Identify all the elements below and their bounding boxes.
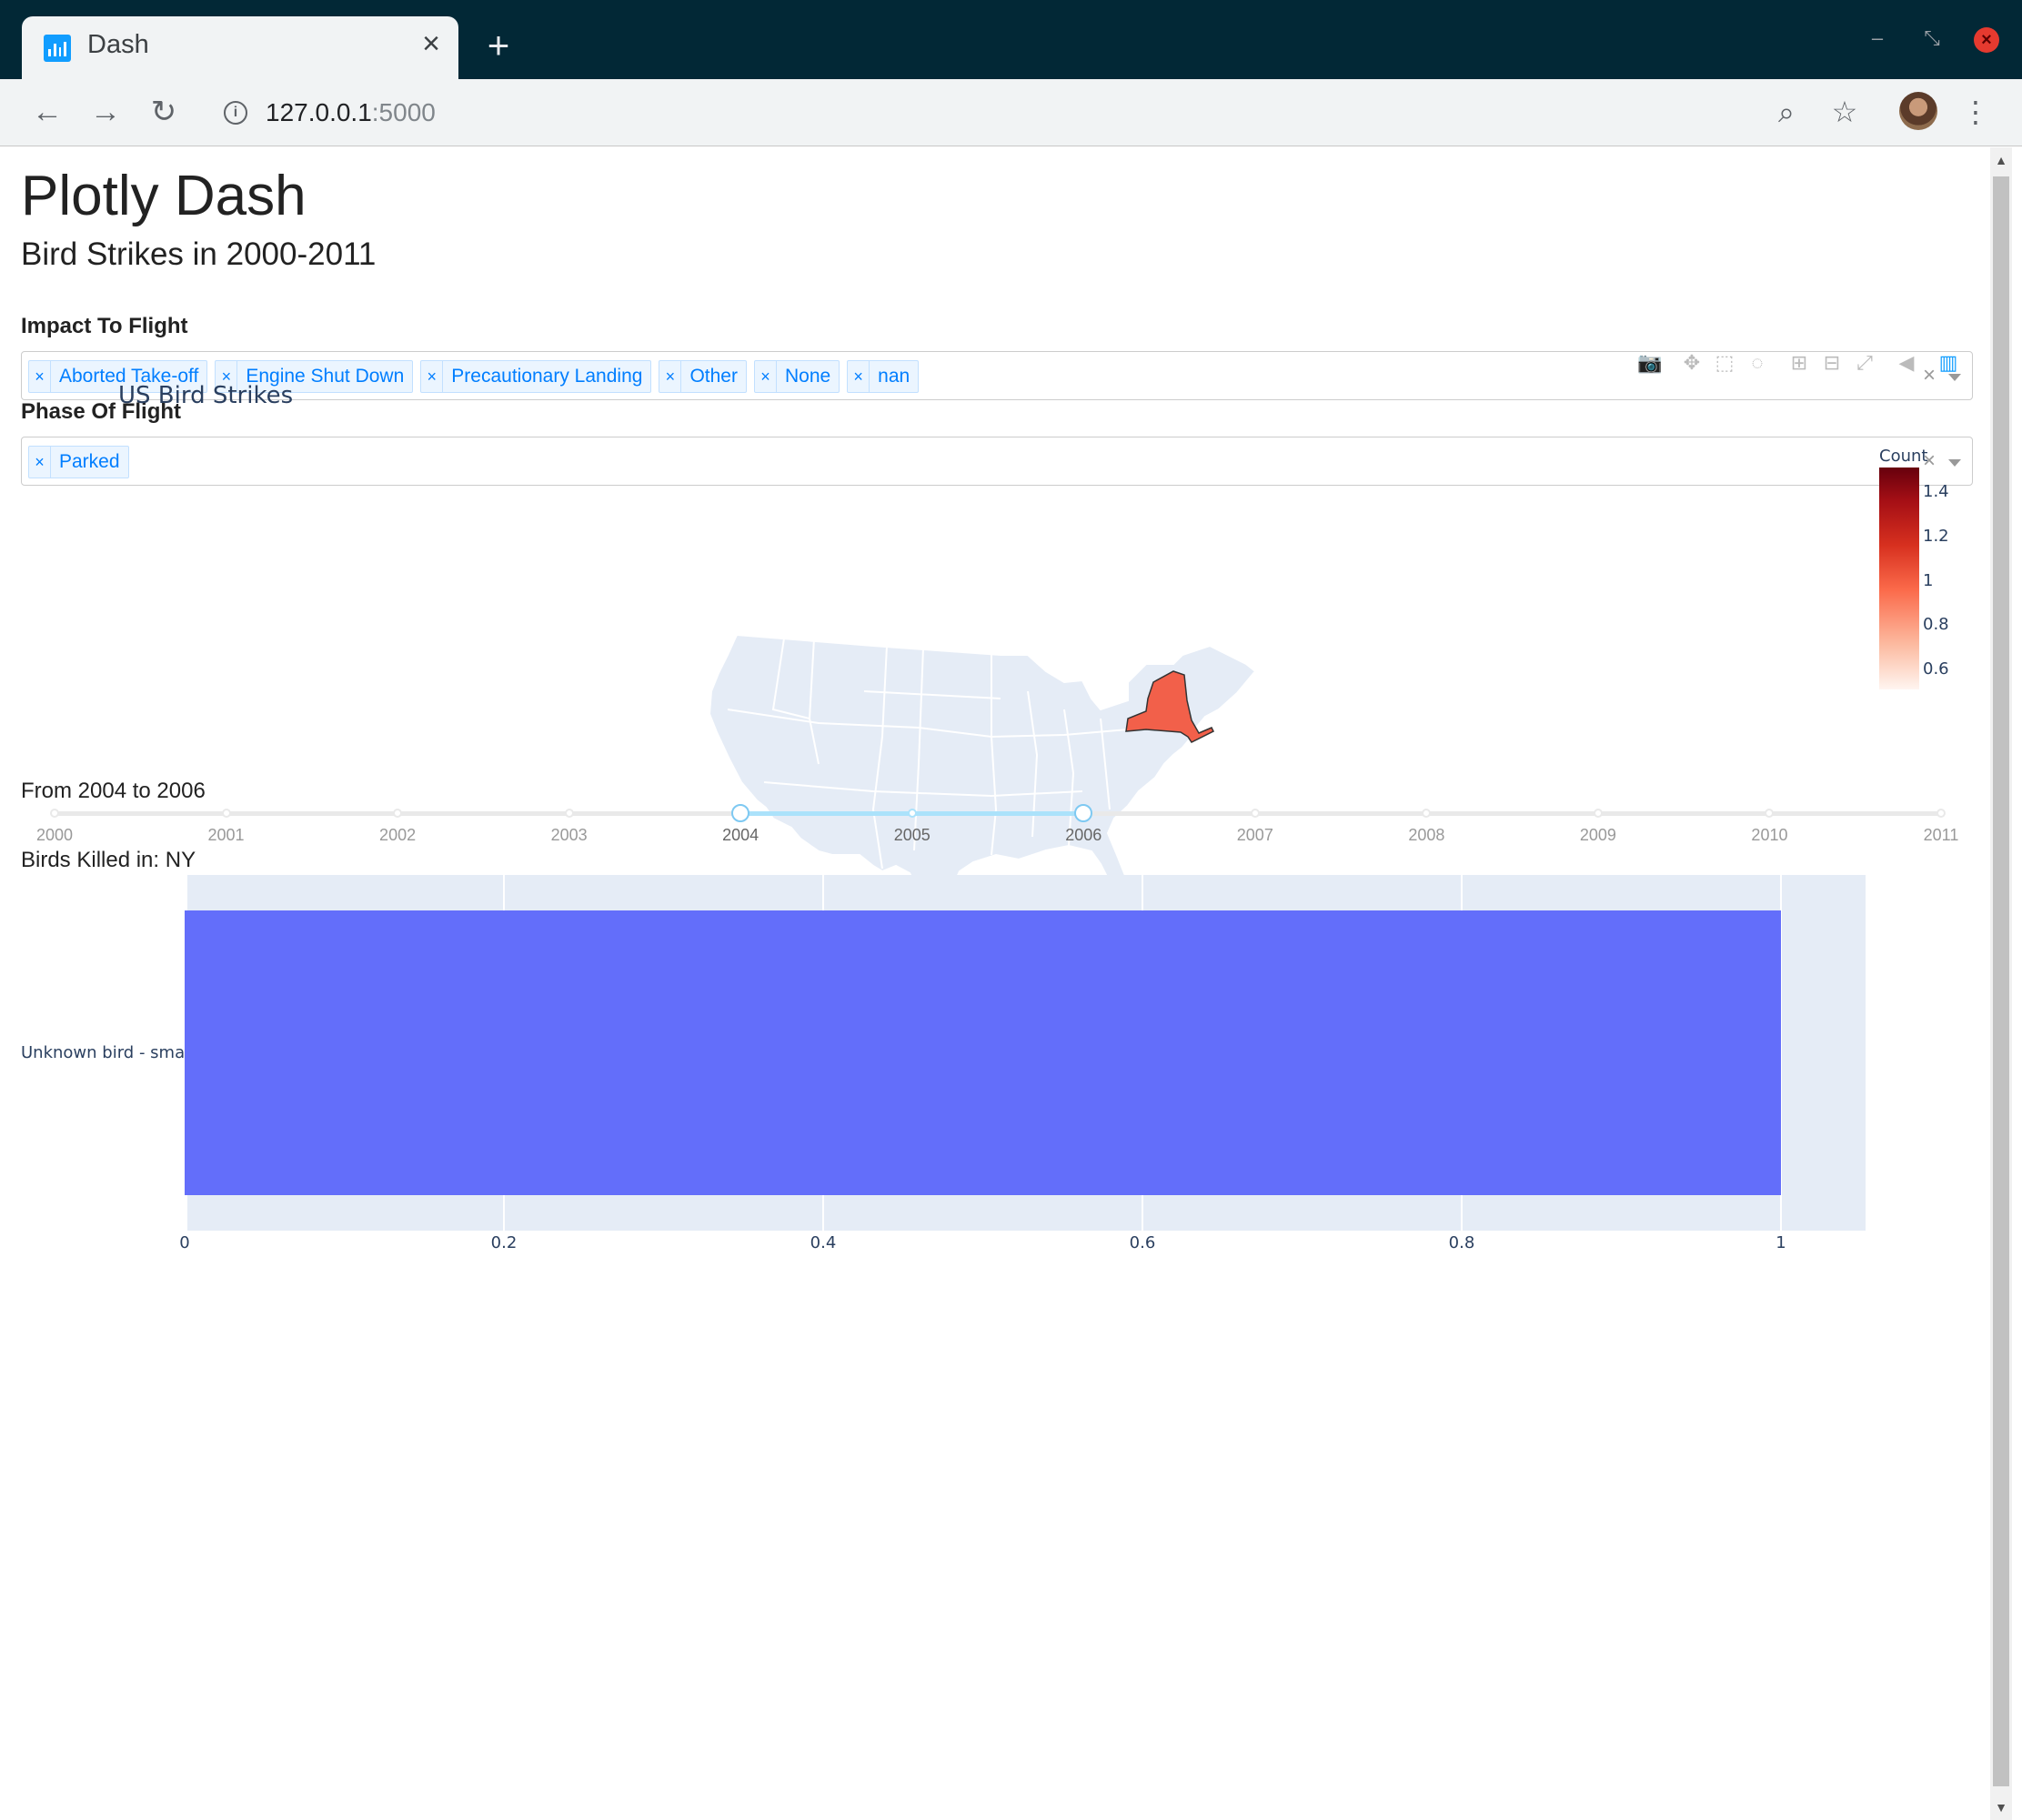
back-arrow-icon[interactable]: ←	[27, 92, 67, 132]
impact-filter-label: Impact To Flight	[21, 314, 188, 338]
chip-label: Other	[689, 366, 738, 387]
bar-x-tick-label: 0.2	[490, 1233, 518, 1252]
map-title: US Bird Strikes	[118, 382, 294, 409]
address-bar[interactable]: i 127.0.0.1:5000	[206, 88, 1770, 137]
plot-modebar: 📷 ✥ ⬚ ◌ ⊞ ⊟ ⤢ ◀ ▥	[1634, 349, 1965, 377]
chip-label: Parked	[59, 451, 120, 472]
year-slider-mark[interactable]: 2011	[1924, 826, 1959, 845]
year-slider-dot[interactable]	[50, 809, 59, 818]
selected-chip[interactable]: × nan	[847, 360, 920, 393]
colorbar-tick-label: 1	[1923, 571, 1934, 590]
chip-remove-icon[interactable]: ×	[29, 361, 51, 392]
zoom-magnifier-icon[interactable]: ⌕	[1766, 92, 1806, 132]
pan-icon[interactable]: ✥	[1675, 349, 1708, 377]
colorbar-tick-label: 1.2	[1923, 527, 1949, 546]
chip-label: Precautionary Landing	[451, 366, 643, 387]
year-range-label: From 2004 to 2006	[21, 779, 206, 803]
year-slider-dot[interactable]	[1250, 809, 1260, 818]
zoom-in-icon[interactable]: ⊞	[1783, 349, 1816, 377]
browser-titlebar: Dash × + – ⤡ ×	[0, 0, 2022, 79]
dropdown-arrow-icon[interactable]	[1948, 459, 1961, 467]
page-subtitle: Bird Strikes in 2000-2011	[21, 236, 377, 272]
browser-toolbar: ← → ↻ i 127.0.0.1:5000 ⌕ ☆ ⋮	[0, 79, 2022, 146]
colorbar-title: Count	[1879, 447, 1928, 466]
bar-chart-title: Birds Killed in: NY	[21, 848, 196, 872]
site-info-icon[interactable]: i	[224, 101, 247, 125]
year-slider-mark[interactable]: 2003	[551, 826, 588, 845]
bar-x-tick-label: 1	[1776, 1233, 1786, 1252]
year-slider-mark[interactable]: 2002	[379, 826, 416, 845]
profile-avatar[interactable]	[1899, 92, 1937, 130]
scrollbar-thumb[interactable]	[1993, 176, 2009, 1786]
restore-icon[interactable]: ⤡	[1921, 27, 1943, 49]
dash-favicon-icon	[44, 35, 71, 62]
box-select-icon[interactable]: ⬚	[1708, 349, 1741, 377]
year-slider-mark[interactable]: 2004	[722, 826, 759, 845]
year-slider-dot[interactable]	[221, 809, 231, 818]
chip-remove-icon[interactable]: ×	[421, 361, 444, 392]
colorbar-tick-label: 1.4	[1923, 482, 1949, 501]
tab-title: Dash	[87, 30, 149, 59]
colorbar	[1879, 468, 1919, 689]
bar-unknown-bird-small[interactable]	[185, 910, 1781, 1195]
year-slider-mark[interactable]: 2007	[1237, 826, 1273, 845]
year-slider-dot[interactable]	[907, 809, 917, 818]
autoscale-icon[interactable]: ⤢	[1848, 349, 1881, 377]
zoom-out-icon[interactable]: ⊟	[1816, 349, 1848, 377]
camera-icon[interactable]: 📷	[1634, 349, 1666, 377]
bookmark-star-icon[interactable]: ☆	[1825, 92, 1865, 132]
colorbar-tick-label: 0.8	[1923, 615, 1949, 634]
year-slider-mark[interactable]: 2001	[208, 826, 245, 845]
reload-icon[interactable]: ↻	[144, 92, 184, 132]
chip-remove-icon[interactable]: ×	[755, 361, 777, 392]
page-title: Plotly Dash	[21, 165, 307, 227]
chip-label: None	[784, 366, 831, 387]
year-slider-mark[interactable]: 2006	[1065, 826, 1102, 845]
tab-close-icon[interactable]: ×	[415, 27, 448, 60]
bar-x-tick-label: 0.8	[1448, 1233, 1475, 1252]
year-slider-dot[interactable]	[1593, 809, 1603, 818]
year-slider-mark[interactable]: 2009	[1580, 826, 1616, 845]
plotly-logo-icon[interactable]: ▥	[1932, 349, 1965, 377]
lasso-select-icon[interactable]: ◌	[1741, 349, 1774, 377]
colorbar-tick-label: 0.6	[1923, 659, 1949, 679]
phase-chip-list: × Parked	[28, 446, 129, 478]
forward-arrow-icon[interactable]: →	[86, 92, 126, 132]
year-slider-mark[interactable]: 2000	[36, 826, 73, 845]
new-tab-icon[interactable]: +	[480, 26, 517, 65]
minimize-icon[interactable]: –	[1866, 27, 1888, 49]
selected-chip[interactable]: × Parked	[28, 446, 129, 478]
year-slider-mark[interactable]: 2008	[1408, 826, 1444, 845]
bar-x-tick-label: 0	[179, 1233, 190, 1252]
bar-x-tick-label: 0.6	[1129, 1233, 1156, 1252]
bar-x-tick-label: 0.4	[810, 1233, 837, 1252]
chip-remove-icon[interactable]: ×	[848, 361, 870, 392]
window-close-icon[interactable]: ×	[1974, 27, 1999, 53]
year-slider-mark[interactable]: 2010	[1751, 826, 1787, 845]
page-scrollbar[interactable]: ▲ ▼	[1990, 147, 2012, 1820]
scroll-down-arrow-icon[interactable]: ▼	[1990, 1796, 2012, 1818]
menu-kebab-icon[interactable]: ⋮	[1956, 92, 1996, 132]
year-slider-dot[interactable]	[1936, 809, 1946, 818]
chip-label: nan	[878, 366, 910, 387]
browser-tab[interactable]: Dash ×	[22, 16, 458, 79]
selected-chip[interactable]: × Precautionary Landing	[420, 360, 652, 393]
scroll-up-arrow-icon[interactable]: ▲	[1990, 149, 2012, 171]
selected-chip[interactable]: × None	[753, 360, 840, 393]
year-slider-mark[interactable]: 2005	[894, 826, 931, 845]
phase-filter-dropdown[interactable]: × Parked ×	[21, 437, 1973, 486]
url-text[interactable]: 127.0.0.1:5000	[266, 98, 436, 127]
chip-remove-icon[interactable]: ×	[29, 447, 51, 478]
hover-toggle-icon[interactable]: ◀	[1890, 349, 1923, 377]
selected-chip[interactable]: × Other	[659, 360, 747, 393]
chip-remove-icon[interactable]: ×	[659, 361, 682, 392]
bar-category-label: Unknown bird - small	[21, 1042, 195, 1062]
year-slider-dot[interactable]	[564, 809, 574, 818]
